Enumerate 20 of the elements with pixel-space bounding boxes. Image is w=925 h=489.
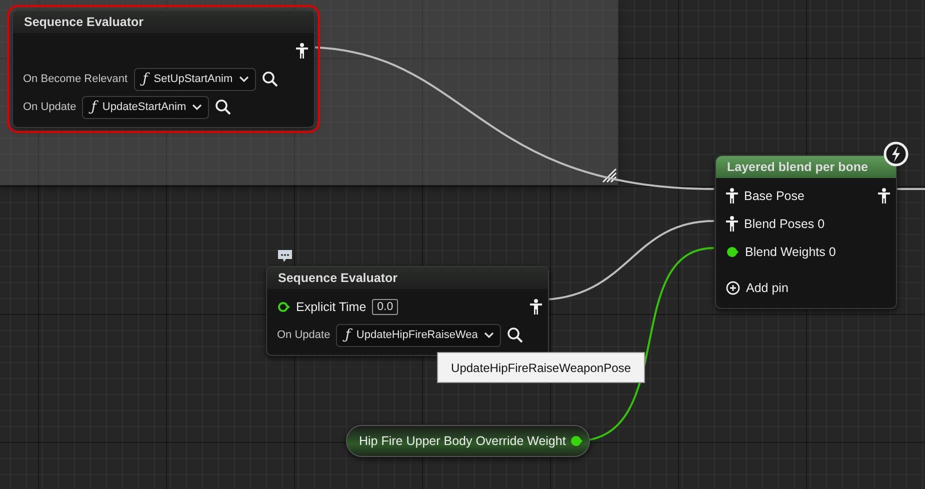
node-title: Layered blend per bone [716, 156, 896, 178]
node-title: Sequence Evaluator [267, 267, 548, 289]
event-label: On Update [23, 101, 76, 113]
function-dropdown[interactable]: ƒ UpdateHipFireRaiseWea [336, 324, 501, 346]
event-label: On Become Relevant [23, 73, 128, 85]
pin-label: Base Pose [744, 189, 804, 203]
time-value-field[interactable]: 0.0 [372, 299, 398, 315]
function-dropdown[interactable]: ƒ UpdateStartAnim [82, 96, 210, 118]
variable-name: Hip Fire Upper Body Override Weight [359, 434, 566, 448]
event-label: On Update [277, 329, 330, 341]
graph-node[interactable]: Sequence Evaluator Explicit Time 0.0 On Update ƒ UpdateHipFireRaiseWea [266, 266, 549, 356]
graph-node[interactable]: Layered blend per bone Base Pose Blend Poses 0 Blend Weights 0 Add pin [715, 155, 897, 309]
variable-node[interactable]: Hip Fire Upper Body Override Weight [346, 425, 590, 457]
function-dropdown[interactable]: ƒ SetUpStartAnim [134, 68, 256, 90]
tooltip: UpdateHipFireRaiseWeaponPose [437, 352, 645, 383]
add-pin-button[interactable]: Add pin [746, 281, 788, 295]
node-title: Sequence Evaluator [13, 11, 314, 33]
pin-label: Blend Weights 0 [745, 245, 836, 259]
pin-label: Explicit Time [296, 300, 366, 314]
pin-label: Blend Poses 0 [744, 217, 825, 231]
